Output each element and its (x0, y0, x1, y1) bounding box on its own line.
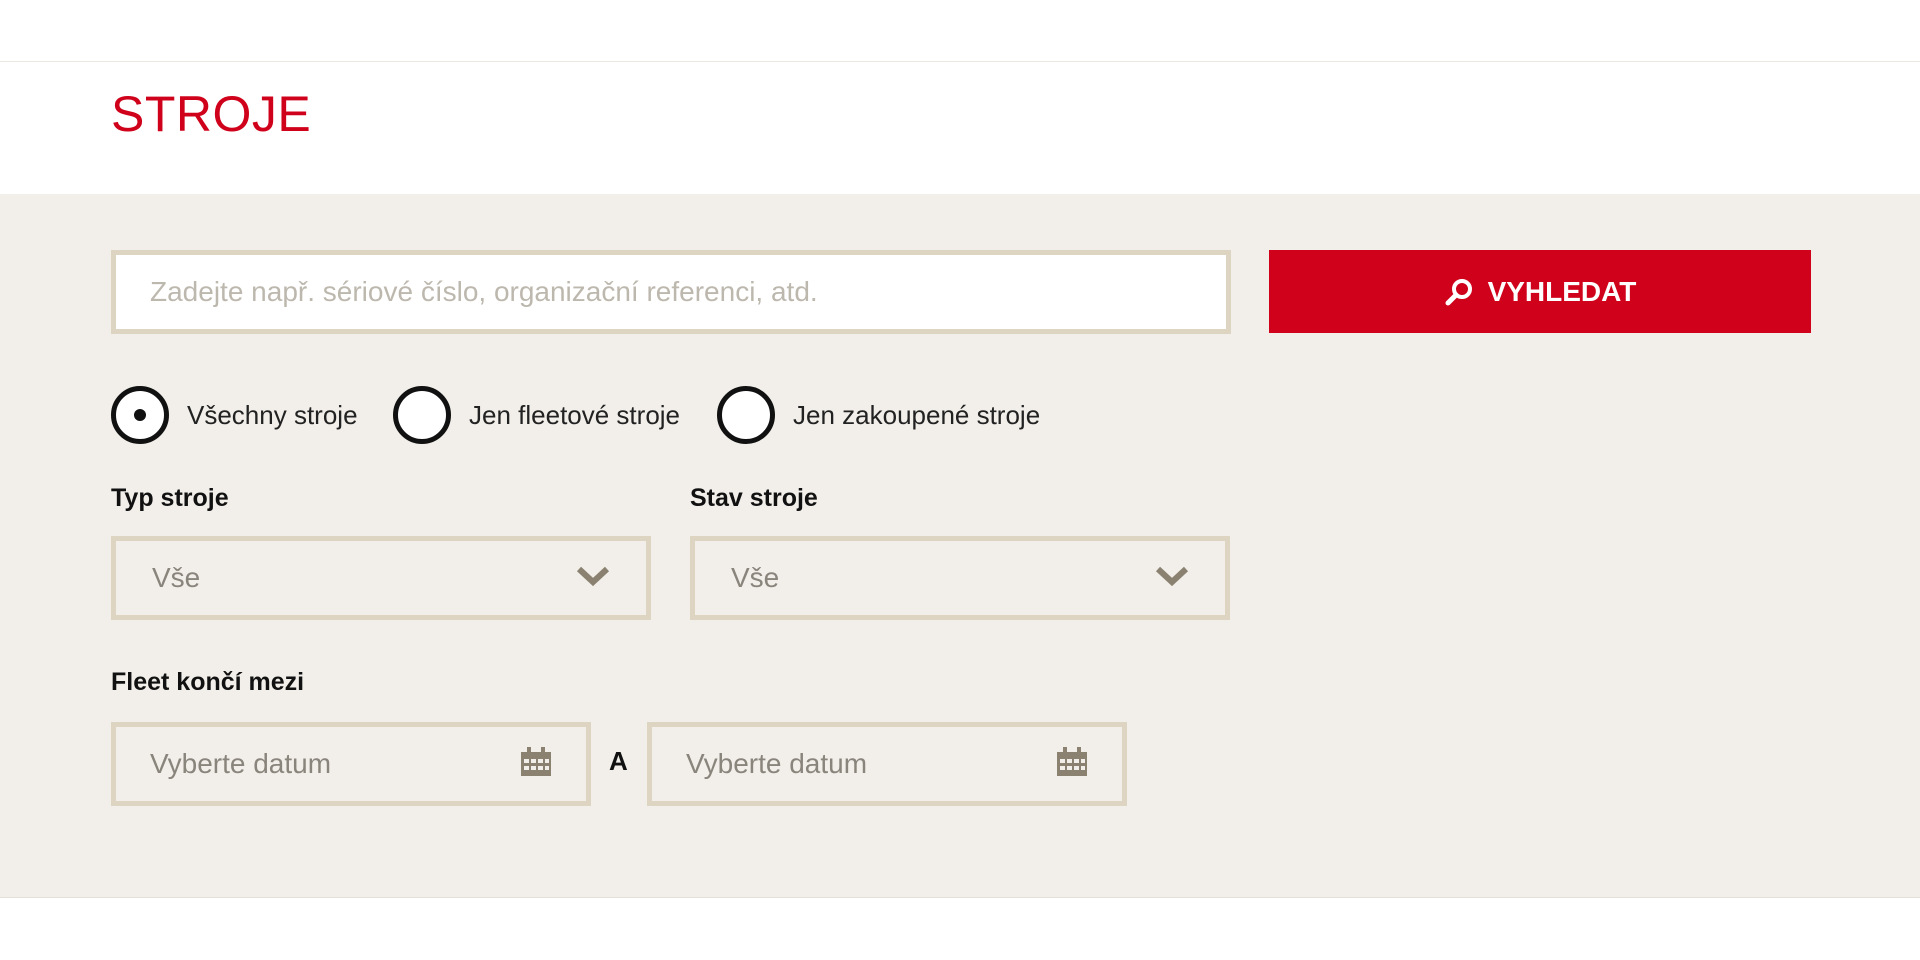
date-to-input[interactable]: Vyberte datum (647, 722, 1127, 806)
radio-button-checked[interactable] (111, 386, 169, 444)
date-range-separator: A (609, 746, 628, 776)
machine-status-value: Vše (731, 562, 780, 593)
radio-fleet-machines[interactable]: Jen fleetové stroje (393, 386, 680, 444)
search-icon (1444, 277, 1474, 307)
chevron-down-icon (576, 565, 610, 592)
calendar-icon[interactable] (1056, 746, 1088, 782)
radio-label: Jen zakoupené stroje (793, 399, 1041, 430)
radio-all-machines[interactable]: Všechny stroje (111, 386, 358, 444)
machine-type-select[interactable]: Vše (111, 536, 651, 620)
calendar-icon[interactable] (520, 746, 552, 782)
radio-purchased-machines[interactable]: Jen zakoupené stroje (717, 386, 1040, 444)
date-from-placeholder: Vyberte datum (150, 748, 332, 779)
page-title: STROJE (111, 86, 312, 142)
radio-label: Jen fleetové stroje (469, 399, 681, 430)
machine-status-label: Stav stroje (690, 484, 818, 512)
radio-label: Všechny stroje (187, 399, 358, 430)
fleet-end-label: Fleet končí mezi (111, 668, 305, 696)
search-button-label: VYHLEDAT (1487, 275, 1637, 307)
radio-button[interactable] (717, 386, 775, 444)
machine-type-label: Typ stroje (111, 484, 229, 512)
top-bar (0, 0, 1920, 62)
search-button[interactable]: VYHLEDAT (1269, 250, 1811, 333)
machine-status-select[interactable]: Vše (690, 536, 1230, 620)
chevron-down-icon (1155, 565, 1189, 592)
search-input[interactable] (111, 250, 1231, 334)
date-from-input[interactable]: Vyberte datum (111, 722, 591, 806)
radio-button[interactable] (393, 386, 451, 444)
machine-type-value: Vše (152, 562, 201, 593)
date-to-placeholder: Vyberte datum (686, 748, 868, 779)
